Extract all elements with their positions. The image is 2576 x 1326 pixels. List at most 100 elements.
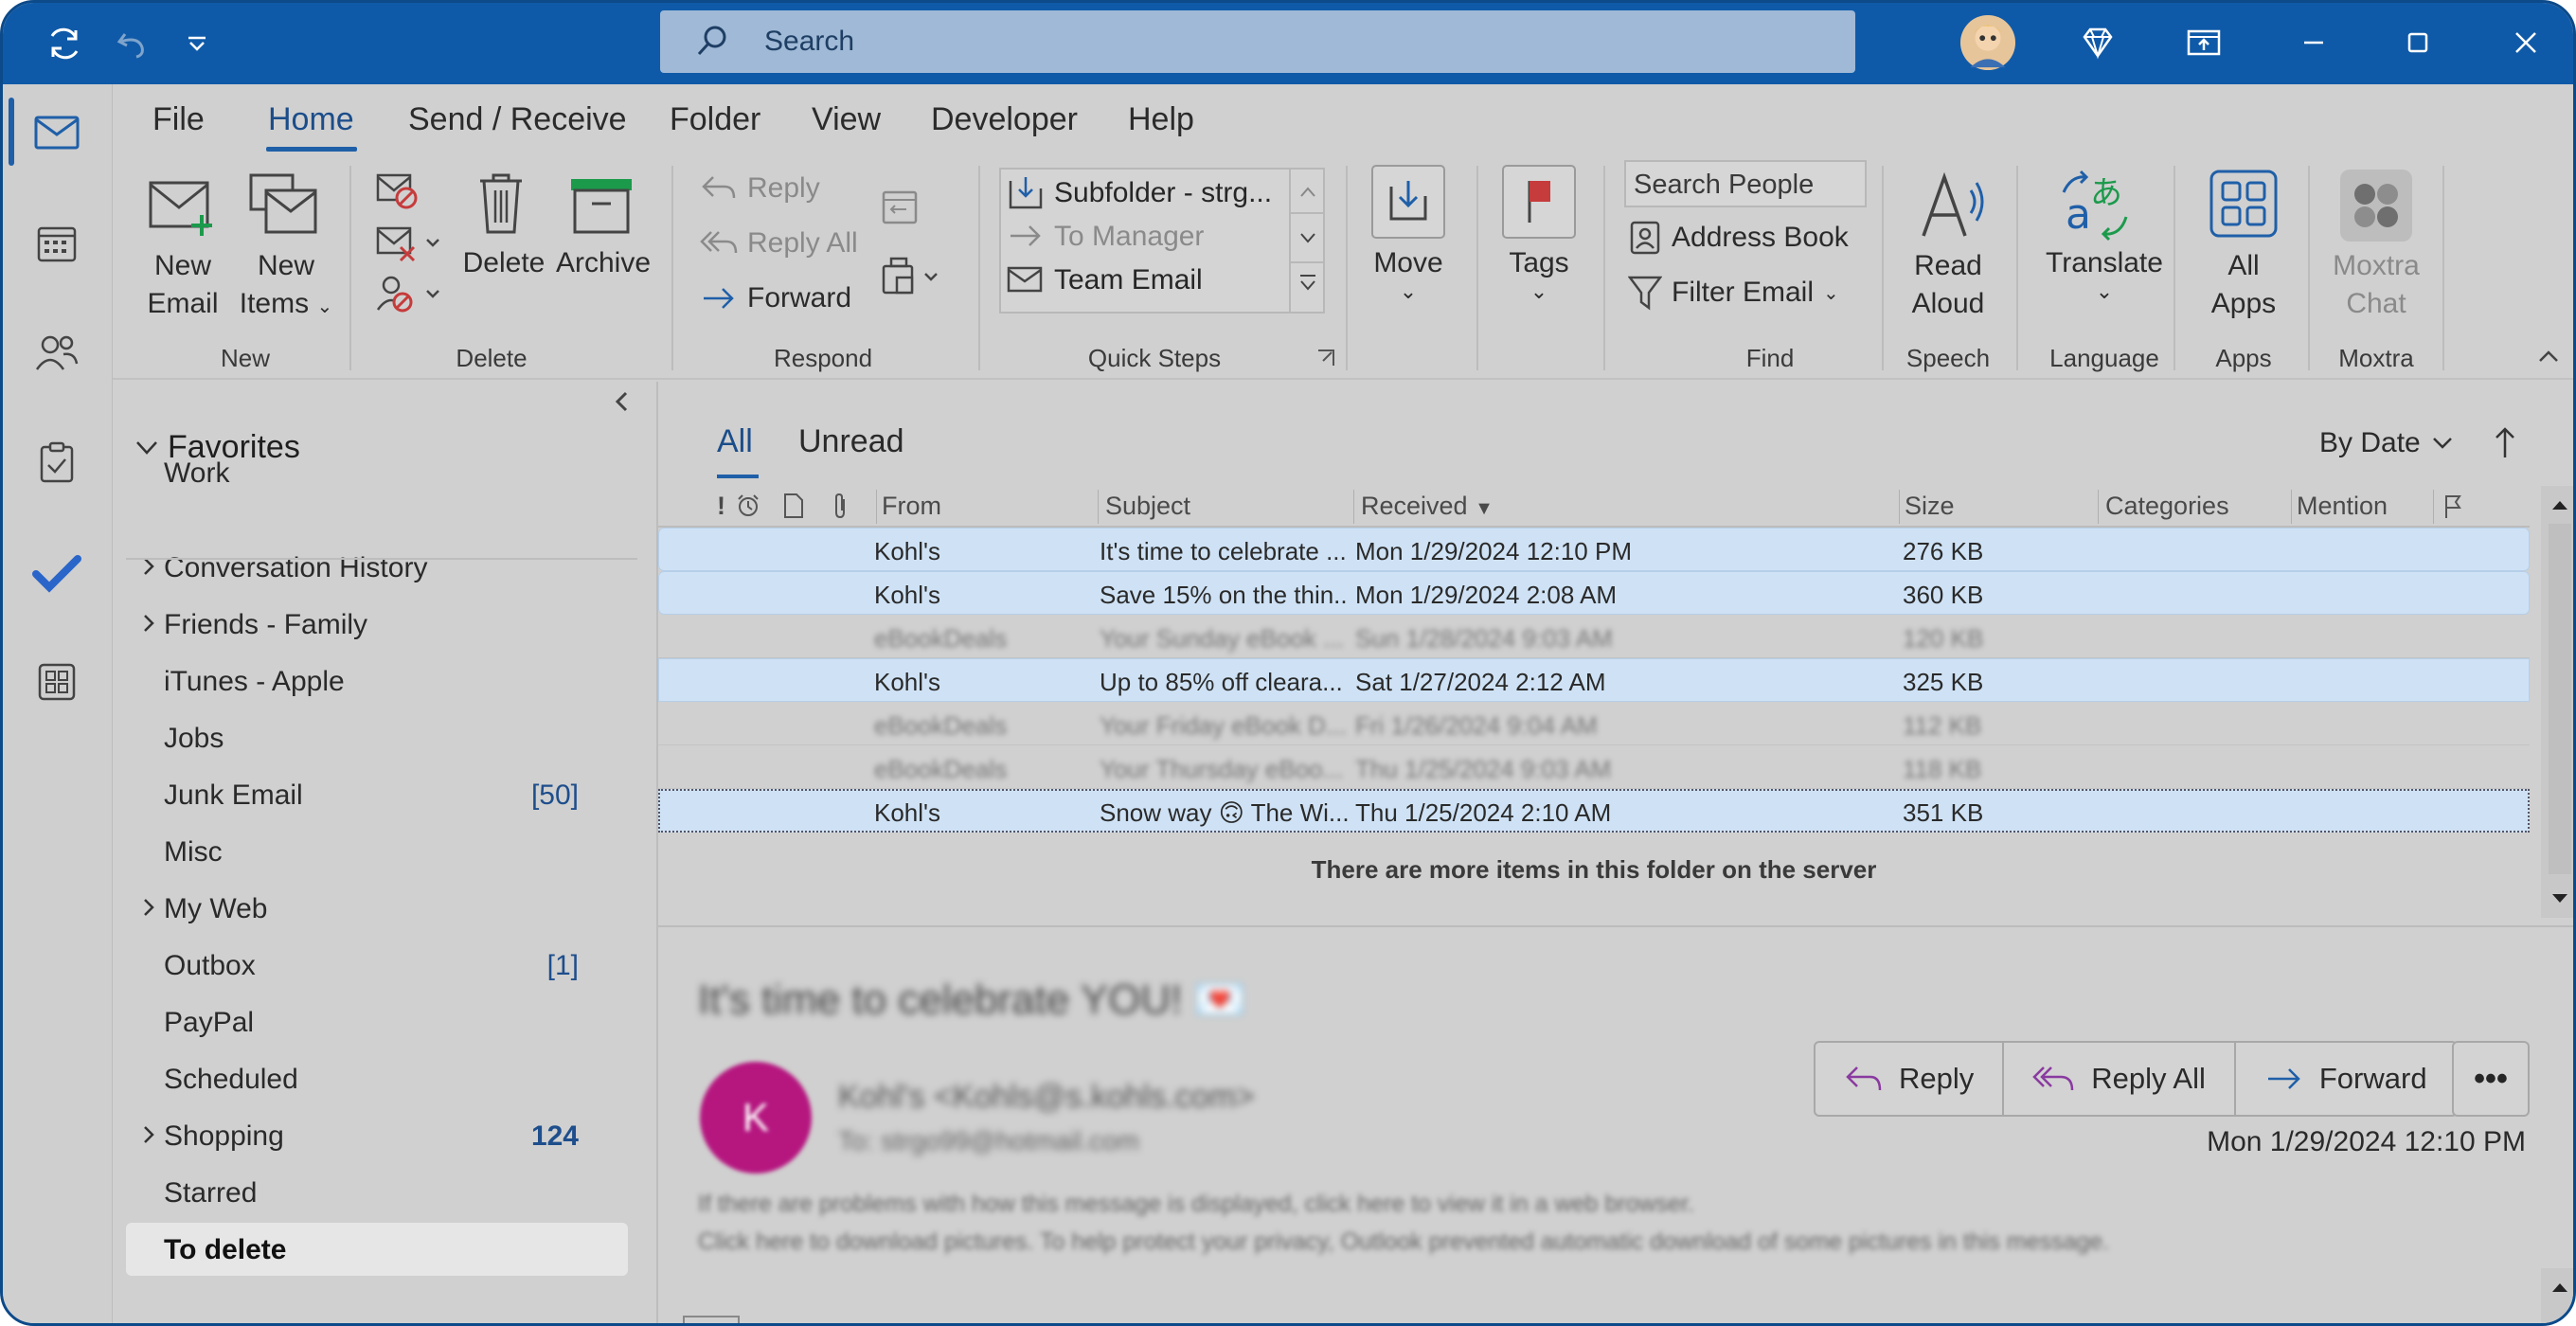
reading-reply-button[interactable]: Reply: [1816, 1043, 2005, 1115]
dialog-launcher-icon[interactable]: [1315, 348, 1336, 373]
sort-direction-icon[interactable]: [2492, 423, 2518, 466]
cleanup-icon[interactable]: [374, 223, 446, 269]
new-items-button[interactable]: New Items ⌄: [234, 247, 338, 326]
attachment-column-icon[interactable]: [829, 492, 851, 527]
message-row[interactable]: eBookDeals Your Sunday eBook ... Sun 1/28/…: [658, 615, 2530, 658]
folder-item[interactable]: My Web: [113, 882, 643, 933]
undo-icon[interactable]: [109, 20, 156, 67]
folder-item[interactable]: Jobs: [113, 711, 643, 762]
minimize-icon[interactable]: [2285, 14, 2342, 71]
folder-item[interactable]: Misc: [113, 825, 643, 876]
reading-pane-scrollbar[interactable]: [2541, 1268, 2576, 1323]
moxtra-chat-button[interactable]: Moxtra Chat: [2323, 247, 2429, 323]
item-icon-column-icon[interactable]: [781, 492, 806, 527]
address-book-button[interactable]: Address Book: [1628, 219, 1849, 257]
tab-folder[interactable]: Folder: [670, 101, 760, 138]
search-people-input[interactable]: Search People: [1624, 160, 1867, 207]
column-size[interactable]: Size: [1905, 492, 1955, 521]
user-avatar[interactable]: [1959, 14, 2016, 71]
junk-icon[interactable]: [374, 274, 446, 320]
close-icon[interactable]: [2497, 14, 2554, 71]
message-row[interactable]: Kohl's Up to 85% off cleara... Sat 1/27/20…: [658, 658, 2530, 702]
reading-reply-all-button[interactable]: Reply All: [2004, 1043, 2236, 1115]
message-info-bar[interactable]: If there are problems with how this mess…: [698, 1185, 2109, 1261]
tasks-icon[interactable]: [29, 435, 84, 490]
sync-icon[interactable]: [41, 20, 88, 67]
more-respond-icon[interactable]: [878, 255, 946, 305]
more-items-notice[interactable]: There are more items in this folder on t…: [658, 855, 2530, 885]
message-row[interactable]: Kohl's Save 15% on the thin... Mon 1/29/20…: [658, 571, 2530, 615]
column-mention[interactable]: Mention: [2297, 492, 2388, 521]
reminder-column-icon[interactable]: [734, 492, 762, 527]
message-row[interactable]: Kohl's It's time to celebrate ... Mon 1/29…: [658, 528, 2530, 571]
translate-button[interactable]: Translate ⌄: [2035, 247, 2174, 304]
message-row[interactable]: Kohl's Snow way 🙃 The Wi... Thu 1/25/2024 …: [658, 789, 2530, 833]
importance-column-icon[interactable]: !: [717, 492, 725, 521]
move-button[interactable]: Move ⌄: [1357, 247, 1459, 304]
reply-all-button[interactable]: Reply All: [700, 226, 858, 260]
tab-help[interactable]: Help: [1128, 101, 1194, 138]
apps-grid-icon[interactable]: [29, 654, 84, 709]
scroll-up-icon[interactable]: [2541, 1268, 2576, 1306]
reply-button[interactable]: Reply: [700, 171, 820, 206]
folder-item[interactable]: Work: [113, 446, 643, 497]
column-subject[interactable]: Subject: [1105, 492, 1190, 521]
folder-item[interactable]: Outbox [1]: [113, 939, 643, 990]
tags-button[interactable]: Tags ⌄: [1488, 247, 1590, 304]
chevron-right-icon[interactable]: [139, 1120, 158, 1156]
folder-item[interactable]: Conversation History: [113, 541, 643, 592]
column-received[interactable]: Received ▼: [1361, 492, 1494, 521]
folder-item[interactable]: Friends - Family: [113, 598, 643, 649]
quick-steps-scroll[interactable]: [1291, 168, 1325, 314]
message-row[interactable]: eBookDeals Your Thursday eBoo... Thu 1/25/…: [658, 745, 2530, 789]
coming-soon-icon[interactable]: [2175, 14, 2232, 71]
quick-step-subfolder[interactable]: Subfolder - strg...: [1007, 175, 1272, 211]
ignore-icon[interactable]: [374, 170, 421, 216]
folder-item[interactable]: PayPal: [113, 995, 643, 1047]
folder-item[interactable]: iTunes - Apple: [113, 654, 643, 706]
tab-file[interactable]: File: [152, 101, 205, 138]
new-email-button[interactable]: New Email: [139, 247, 226, 323]
delete-button[interactable]: Delete: [459, 247, 548, 279]
flag-column-icon[interactable]: [2439, 492, 2467, 527]
forward-button[interactable]: Forward: [700, 281, 851, 315]
quick-step-team-email[interactable]: Team Email: [1007, 264, 1203, 296]
folder-item[interactable]: Scheduled: [113, 1052, 643, 1103]
message-row[interactable]: eBookDeals Your Friday eBook D... Fri 1/26…: [658, 702, 2530, 745]
filter-tab-unread[interactable]: Unread: [798, 423, 904, 460]
chevron-right-icon[interactable]: [139, 893, 158, 929]
tab-developer[interactable]: Developer: [931, 101, 1078, 138]
filter-tab-all[interactable]: All: [717, 423, 753, 460]
read-aloud-button[interactable]: Read Aloud: [1901, 247, 1995, 323]
column-from[interactable]: From: [882, 492, 941, 521]
scrollbar-thumb[interactable]: [2549, 524, 2571, 874]
mail-icon[interactable]: [29, 105, 84, 160]
sort-by-dropdown[interactable]: By Date: [2319, 427, 2455, 459]
folder-item[interactable]: To delete: [113, 1223, 643, 1276]
filter-email-button[interactable]: Filter Email ⌄: [1628, 274, 1839, 312]
more-actions-button[interactable]: •••: [2452, 1041, 2530, 1117]
calendar-icon[interactable]: [29, 215, 84, 270]
archive-button[interactable]: Archive: [554, 247, 653, 279]
collapse-ribbon-icon[interactable]: [2535, 346, 2562, 371]
customize-toolbar-icon[interactable]: [173, 20, 221, 67]
premium-diamond-icon[interactable]: [2069, 14, 2126, 71]
scroll-up-icon[interactable]: [2541, 486, 2576, 524]
meeting-reply-icon[interactable]: [878, 185, 923, 235]
all-apps-button[interactable]: All Apps: [2196, 247, 2291, 323]
sender-avatar[interactable]: K: [700, 1062, 812, 1174]
tab-home[interactable]: Home: [268, 101, 354, 138]
folder-item[interactable]: Starred: [113, 1166, 643, 1217]
scroll-down-icon[interactable]: [2541, 880, 2576, 918]
reading-forward-button[interactable]: Forward: [2236, 1043, 2456, 1115]
column-categories[interactable]: Categories: [2105, 492, 2229, 521]
folder-item[interactable]: Junk Email [50]: [113, 768, 643, 819]
message-list-scrollbar[interactable]: [2541, 486, 2576, 918]
tab-view[interactable]: View: [812, 101, 881, 138]
todo-check-icon[interactable]: [29, 545, 84, 600]
people-icon[interactable]: [29, 325, 84, 380]
message-sender[interactable]: Kohl's <Kohls@s.kohls.com>: [838, 1079, 1255, 1116]
tab-send-receive[interactable]: Send / Receive: [408, 101, 627, 138]
search-input[interactable]: Search: [660, 10, 1855, 73]
quick-step-to-manager[interactable]: To Manager: [1007, 221, 1204, 253]
